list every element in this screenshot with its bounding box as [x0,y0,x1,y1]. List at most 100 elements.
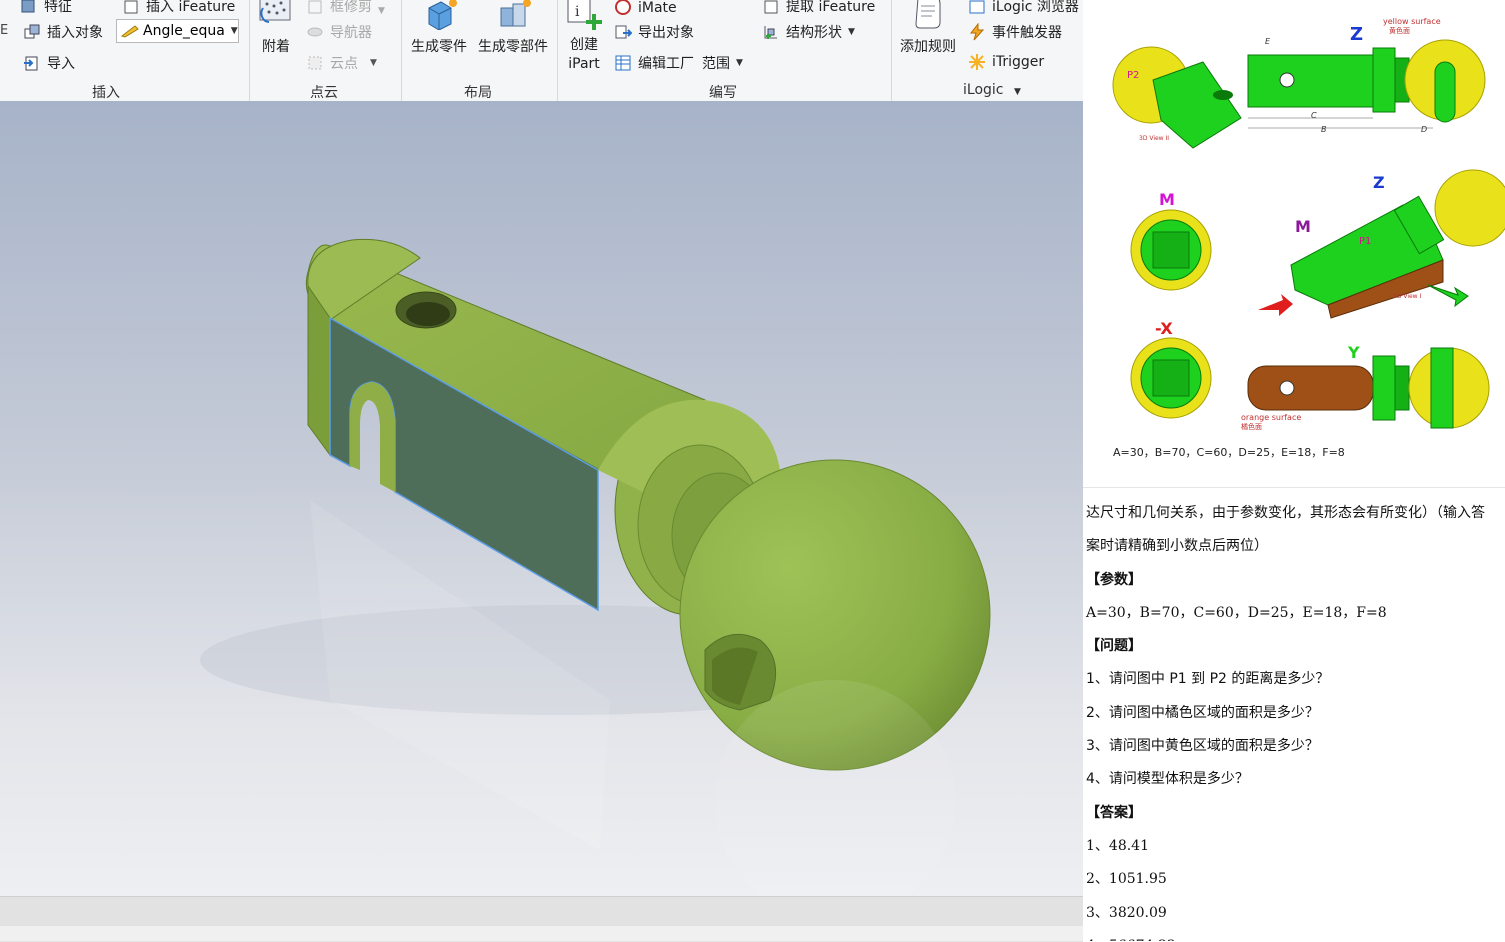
make-components-button[interactable]: 生成零部件 [474,0,552,57]
question-item: 1、请问图中 P1 到 P2 的距离是多少？ [1086,671,1330,688]
part-model[interactable] [0,101,1083,896]
fig-z-collar [1372,47,1396,113]
label-dim-e: E [1265,37,1271,46]
insert-object-icon [24,24,40,39]
insert-object-button[interactable]: 插入对象 [23,22,103,42]
reference-drawing: P2 3D View II Z yellow surface 黄色面 E C B… [1112,17,1505,431]
dim-lines [1248,117,1433,129]
label-view-m: M [1159,190,1175,209]
ilogic-browser-icon [969,0,985,14]
fig-y-neck [1394,365,1410,411]
navigator-icon [307,27,323,37]
params-header: 【参数】 [1086,571,1142,588]
lightning-icon [969,23,985,41]
fig-z-hole [1279,72,1295,88]
separator [891,0,892,101]
question-item: 3、请问图中黄色区域的面积是多少？ [1086,738,1319,755]
group-label-layout: 布局 [464,85,492,101]
ribbon: 特征 插入 iFeature E 插入对象 Angle_equa ▼ 导入 插入… [0,0,1083,102]
imate-icon [615,0,631,15]
answer-item: 3、3820.09 [1086,904,1167,921]
label-dim-d: D [1421,125,1427,134]
shape-button[interactable]: 结构形状 ▼ [762,22,855,42]
arm-hole-inner [406,302,450,326]
question-item: 4、请问模型体积是多少？ [1086,771,1249,788]
label-orange-surface: orange surface [1241,413,1301,422]
make-part-button[interactable]: 生成零件 [407,0,471,57]
export-object-icon [615,25,632,39]
insert-ifeature-button[interactable]: 插入 iFeature [122,0,235,16]
fig-y-hole [1279,380,1295,396]
table-factory-button[interactable]: 编辑工厂 范围 ▼ [614,53,743,73]
separator [249,0,250,101]
parameter-dropdown[interactable]: Angle_equa ▼ [116,19,239,43]
export-object-button[interactable]: 导出对象 [614,22,694,42]
questions-header: 【问题】 [1086,638,1142,655]
crop-icon [308,0,322,14]
import-button[interactable]: 导入 [23,53,75,73]
create-ipart-button[interactable]: i 创建 iPart [562,0,606,74]
itrigger-button[interactable]: iTrigger [968,53,1044,71]
extract-ifeature-icon [764,0,778,14]
fig-m-square [1152,231,1190,269]
reference-figure: P2 3D View II Z yellow surface 黄色面 E C B… [1083,0,1505,488]
model-viewport[interactable] [0,101,1083,896]
event-trigger-button[interactable]: 事件触发器 [968,22,1062,42]
horizontal-scrollbar[interactable] [0,926,1083,941]
fig-red-arrow-icon [1258,294,1293,316]
figure-params: A=30，B=70，C=60，D=25，E=18，F=8 [1113,446,1345,459]
label-view-z-3d: Z [1373,173,1385,192]
label-view-neg-x: -X [1155,319,1173,338]
feature-button[interactable]: 特征 [20,0,72,16]
label-orange-cn: 橘色面 [1241,422,1262,431]
group-label-ilogic[interactable]: iLogic ▼ [963,82,1021,98]
create-ipart-icon: i [567,0,602,30]
spark-icon [969,54,985,70]
extract-ifeature-button[interactable]: 提取 iFeature [762,0,875,16]
fig-y-arm [1247,365,1374,411]
attach-button[interactable]: 附着 [256,0,296,57]
table-factory-icon [615,55,631,71]
fig-hole [1213,90,1233,100]
label-view-z: Z [1350,24,1363,45]
question-item: 2、请问图中橘色区域的面积是多少？ [1086,704,1319,721]
label-yellow-cn: 黄色面 [1389,26,1410,35]
imate-button[interactable]: iMate [614,0,677,16]
ilogic-browser-button[interactable]: iLogic 浏览器 [968,0,1079,16]
separator [557,0,558,101]
group-label-point-cloud: 点云 [310,85,338,101]
label-yellow-surface: yellow surface [1383,17,1441,26]
add-rule-button[interactable]: 添加规则 [896,0,960,57]
add-rule-icon [915,0,941,29]
fig-z-arm [1247,54,1374,108]
answers-header: 【答案】 [1086,804,1142,821]
params-line: A=30，B=70，C=60，D=25，E=18，F=8 [1086,604,1387,621]
question-panel: P2 3D View II Z yellow surface 黄色面 E C B… [1083,0,1505,941]
svg-text:i: i [575,4,580,20]
intro-line-1: 达尺寸和几何关系，由于参数变化，其形态会有所变化）（输入答 [1086,505,1485,521]
shape-icon [764,26,777,39]
separator [401,0,402,101]
label-p2: P2 [1127,70,1139,81]
left-edge-fragment: E [0,23,9,38]
answer-item: 4、56674.33 [1086,930,1504,941]
label-view-y: Y [1347,343,1360,362]
label-dim-c: C [1311,111,1317,120]
group-label-author: 编写 [709,85,737,101]
chevron-down-icon: ▼ [230,26,238,36]
crop-button[interactable]: 框修剪 ▼ [306,0,385,16]
cloud-point-button[interactable]: 云点 ▼ [306,53,377,73]
import-icon [24,56,38,71]
answer-item: 1、48.41 [1086,837,1149,854]
fig-x-square [1152,359,1190,397]
chevron-down-icon: ▼ [736,58,743,68]
label-p1: P1 [1359,236,1371,247]
feature-icon [21,0,35,13]
answer-item: 2、1051.95 [1086,871,1167,888]
slot-inner [350,382,395,492]
cloud-point-icon [308,56,322,70]
intro-line-2: 案时请精确到小数点后两位） [1086,538,1268,555]
navigator-button[interactable]: 导航器 [306,22,372,42]
make-components-icon [500,0,531,27]
chevron-down-icon: ▼ [1013,87,1021,97]
